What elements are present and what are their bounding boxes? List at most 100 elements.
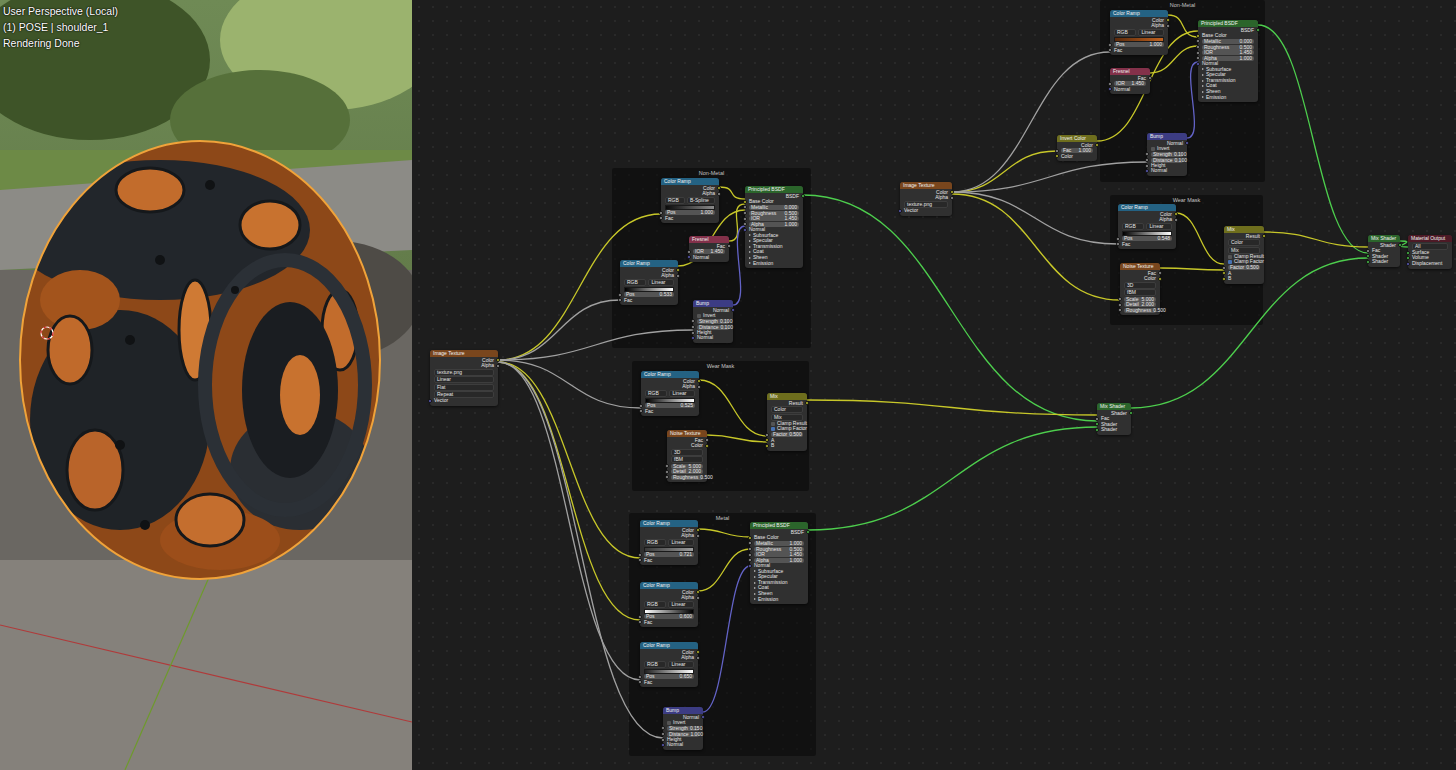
shader-node[interactable]: Principled BSDFBSDFBase ColorMetallic0.0… bbox=[1198, 20, 1258, 102]
shader-node[interactable]: Mix ShaderShaderFacShaderShader bbox=[1097, 403, 1131, 435]
node-row[interactable]: RGBLinear bbox=[1110, 29, 1168, 36]
socket-dot[interactable] bbox=[691, 319, 695, 323]
node-row[interactable]: Scale5.000 bbox=[667, 463, 707, 469]
node-row[interactable]: Color bbox=[1224, 239, 1264, 246]
shader-node[interactable]: Image TextureColorAlphatexture.pngVector bbox=[900, 182, 952, 216]
socket-dot[interactable] bbox=[1222, 277, 1226, 281]
node-row[interactable]: Metallic1.000 bbox=[750, 541, 808, 547]
socket-dot[interactable] bbox=[638, 553, 642, 557]
socket-dot[interactable] bbox=[638, 558, 642, 562]
node-row[interactable]: Roughness0.500 bbox=[667, 475, 707, 481]
node-row[interactable]: fBM bbox=[1120, 289, 1160, 296]
interpolation-dropdown[interactable]: Linear bbox=[648, 279, 674, 286]
value-field[interactable]: Factor0.500 bbox=[771, 432, 803, 437]
socket-dot[interactable] bbox=[765, 433, 769, 437]
socket-dot[interactable] bbox=[639, 409, 643, 413]
value-field[interactable]: Pos1.000 bbox=[665, 210, 715, 215]
value-field[interactable]: Scale5.000 bbox=[671, 464, 703, 469]
socket-dot[interactable] bbox=[743, 222, 747, 226]
property-dropdown[interactable]: 3D bbox=[671, 449, 703, 456]
node-header[interactable]: Mix Shader bbox=[1097, 403, 1131, 410]
node-row[interactable] bbox=[641, 397, 699, 403]
interpolation-dropdown[interactable]: B-Spline bbox=[687, 197, 715, 204]
socket-dot[interactable] bbox=[696, 656, 700, 660]
value-field[interactable]: Metallic0.000 bbox=[749, 205, 799, 210]
socket-dot[interactable] bbox=[618, 293, 622, 297]
socket-dot[interactable] bbox=[618, 298, 622, 302]
color-ramp-bar[interactable] bbox=[644, 547, 694, 552]
node-row[interactable]: Invert bbox=[693, 313, 733, 319]
value-field[interactable]: Distance1.000 bbox=[667, 732, 699, 737]
node-link[interactable] bbox=[707, 435, 767, 442]
shader-node[interactable]: Principled BSDFBSDFBase ColorMetallic1.0… bbox=[750, 522, 808, 604]
mode-dropdown[interactable]: RGB bbox=[624, 279, 646, 286]
checkbox[interactable] bbox=[697, 314, 701, 318]
node-link[interactable] bbox=[952, 192, 1118, 244]
node-header[interactable]: Fresnel bbox=[1110, 68, 1150, 75]
node-row[interactable]: Invert bbox=[663, 720, 703, 726]
socket-dot[interactable] bbox=[1166, 24, 1170, 28]
interpolation-dropdown[interactable]: Linear bbox=[668, 539, 694, 546]
node-header[interactable]: Image Texture bbox=[900, 182, 952, 189]
socket-dot[interactable] bbox=[1118, 303, 1122, 307]
viewport[interactable]: User Perspective (Local)(1) POSE | shoul… bbox=[0, 0, 412, 770]
socket-dot[interactable] bbox=[691, 336, 695, 340]
collapse-arrow-icon[interactable] bbox=[1202, 74, 1204, 76]
socket-dot[interactable] bbox=[743, 211, 747, 215]
node-header[interactable]: Bump bbox=[663, 707, 703, 714]
node-row[interactable]: IOR1.450 bbox=[1198, 50, 1258, 56]
node-row[interactable]: Strength0.100 bbox=[693, 319, 733, 325]
node-header[interactable]: Bump bbox=[693, 300, 733, 307]
node-row[interactable]: RGBB-Spline bbox=[661, 197, 719, 204]
value-field[interactable]: Roughness0.500 bbox=[1202, 45, 1254, 50]
socket-dot[interactable] bbox=[765, 444, 769, 448]
socket-dot[interactable] bbox=[1055, 149, 1059, 153]
socket-dot[interactable] bbox=[638, 615, 642, 619]
shader-node[interactable]: Mix ShaderShaderFacShaderShader bbox=[1368, 235, 1400, 267]
node-link[interactable] bbox=[498, 330, 693, 360]
value-field[interactable]: Factor0.500 bbox=[1228, 265, 1260, 270]
node-row[interactable]: Color bbox=[767, 406, 807, 413]
property-dropdown[interactable]: All bbox=[1412, 243, 1448, 250]
node-row[interactable]: IOR1.450 bbox=[750, 552, 808, 558]
node-header[interactable]: Principled BSDF bbox=[1198, 20, 1258, 27]
socket-dot[interactable] bbox=[696, 534, 700, 538]
color-ramp-bar[interactable] bbox=[645, 398, 695, 403]
node-link[interactable] bbox=[1258, 25, 1368, 253]
node-row[interactable]: Detail2.000 bbox=[1120, 302, 1160, 308]
node-header[interactable]: Color Ramp bbox=[620, 260, 678, 267]
socket-dot[interactable] bbox=[428, 399, 432, 403]
property-dropdown[interactable]: fBM bbox=[671, 456, 703, 463]
socket-dot[interactable] bbox=[1158, 277, 1162, 281]
checkbox[interactable] bbox=[771, 422, 775, 426]
node-row[interactable] bbox=[640, 608, 698, 614]
property-dropdown[interactable]: texture.png bbox=[904, 201, 948, 208]
collapse-arrow-icon[interactable] bbox=[749, 234, 751, 236]
node-row[interactable]: RGBLinear bbox=[641, 390, 699, 397]
value-field[interactable]: Roughness0.500 bbox=[754, 547, 804, 552]
value-field[interactable]: Pos0.721 bbox=[644, 552, 694, 557]
node-link[interactable] bbox=[1160, 268, 1224, 270]
node-link[interactable] bbox=[498, 362, 640, 680]
value-field[interactable]: Roughness0.500 bbox=[1124, 308, 1156, 313]
socket-dot[interactable] bbox=[1108, 87, 1112, 91]
node-header[interactable]: Noise Texture bbox=[1120, 263, 1160, 270]
value-field[interactable]: Pos0.533 bbox=[624, 292, 674, 297]
socket-dot[interactable] bbox=[743, 228, 747, 232]
socket-dot[interactable] bbox=[1129, 411, 1133, 415]
node-header[interactable]: Color Ramp bbox=[1110, 10, 1168, 17]
node-row[interactable]: Mix bbox=[1224, 246, 1264, 253]
value-field[interactable]: Alpha1.000 bbox=[1202, 56, 1254, 61]
color-ramp-bar[interactable] bbox=[644, 669, 694, 674]
value-field[interactable]: Detail2.000 bbox=[671, 469, 703, 474]
color-ramp-bar[interactable] bbox=[1122, 231, 1172, 236]
value-field[interactable]: IOR1.450 bbox=[749, 216, 799, 221]
shader-node[interactable]: Color RampColorAlphaRGBB-SplinePos1.000F… bbox=[661, 178, 719, 223]
collapse-arrow-icon[interactable] bbox=[749, 262, 751, 264]
socket-dot[interactable] bbox=[748, 547, 752, 551]
node-header[interactable]: Mix bbox=[1224, 226, 1264, 233]
node-row[interactable] bbox=[640, 546, 698, 552]
node-header[interactable]: Image Texture bbox=[430, 350, 498, 357]
node-row[interactable]: IOR1.450 bbox=[745, 216, 803, 222]
socket-dot[interactable] bbox=[765, 438, 769, 442]
